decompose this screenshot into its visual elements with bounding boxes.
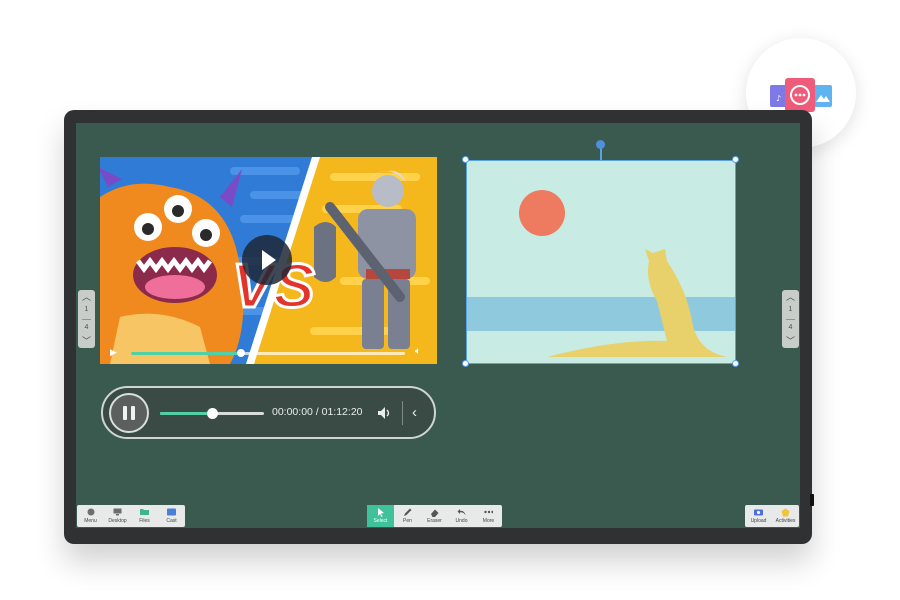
audio-player[interactable]: 00:00:00 / 01:12:20 ‹ — [101, 386, 436, 439]
resize-handle-bl[interactable] — [462, 360, 469, 367]
power-button — [810, 494, 814, 506]
resize-handle-tr[interactable] — [732, 156, 739, 163]
svg-text:♪: ♪ — [776, 94, 781, 103]
tool-label: Select — [373, 518, 388, 524]
tool-label: Undo — [455, 518, 468, 524]
chevron-up-icon[interactable]: ︿ — [82, 293, 91, 302]
tool-upload[interactable]: Upload — [745, 505, 772, 527]
tool-pen[interactable]: Pen — [394, 505, 421, 527]
resize-handle-br[interactable] — [732, 360, 739, 367]
play-icon[interactable] — [241, 234, 293, 286]
current-page: 1 — [84, 305, 89, 313]
page-navigator-right[interactable]: ︿ 1 4 ﹀ — [782, 290, 799, 348]
tool-menu[interactable]: Menu — [77, 505, 104, 527]
more-icon — [484, 508, 493, 516]
tool-desktop[interactable]: Desktop — [104, 505, 131, 527]
cast-icon — [167, 508, 176, 516]
volume-icon[interactable]: 🔈︎ — [415, 346, 421, 357]
cursor-icon — [376, 507, 385, 517]
total-pages: 4 — [84, 324, 89, 332]
camera-icon — [754, 508, 763, 516]
tool-eraser[interactable]: Eraser — [421, 505, 448, 527]
tool-label: Pen — [403, 518, 412, 524]
video-player[interactable]: VS ▶ 🔈︎ — [100, 157, 437, 364]
tool-label: Activities — [775, 518, 796, 524]
tool-files[interactable]: Files — [131, 505, 158, 527]
pause-button[interactable] — [109, 393, 149, 433]
tool-label: Files — [139, 518, 150, 524]
tool-label: Menu — [84, 518, 97, 524]
small-play-icon[interactable]: ▶ — [110, 347, 117, 357]
collapse-chevron-icon[interactable]: ‹ — [412, 404, 417, 422]
tool-label: Desktop — [108, 518, 127, 524]
monitor-icon — [113, 508, 122, 516]
pause-bar — [123, 406, 127, 420]
total-pages: 4 — [788, 324, 793, 332]
pen-icon — [403, 508, 412, 516]
tool-label: Cast — [166, 518, 177, 524]
current-page: 1 — [788, 305, 793, 313]
tool-more[interactable]: More — [475, 505, 502, 527]
audio-progress-knob[interactable] — [206, 408, 218, 419]
menu-icon — [86, 508, 95, 516]
tool-label: Eraser — [427, 518, 442, 524]
audio-time: 00:00:00 / 01:12:20 — [272, 406, 363, 418]
video-progress-bar[interactable] — [131, 349, 405, 357]
speaker-icon[interactable] — [377, 406, 393, 420]
eraser-icon — [430, 508, 439, 517]
beach-cat-illustration — [467, 161, 735, 363]
tool-label: Upload — [750, 518, 767, 524]
video-progress-fill — [131, 352, 241, 355]
rotate-handle[interactable] — [596, 140, 605, 149]
audio-progress-fill — [160, 412, 212, 415]
toolbar-left: Menu Desktop Files Cast — [77, 505, 185, 527]
resize-handle-tl[interactable] — [462, 156, 469, 163]
audio-progress-bar[interactable] — [160, 408, 264, 419]
page-divider — [82, 318, 91, 320]
page-navigator-left[interactable]: ︿ 1 4 ﹀ — [78, 290, 95, 348]
page-divider — [786, 318, 795, 320]
tool-undo[interactable]: Undo — [448, 505, 475, 527]
tool-activities[interactable]: Activities — [772, 505, 799, 527]
pause-bar — [131, 406, 135, 420]
tool-cast[interactable]: Cast — [158, 505, 185, 527]
undo-icon — [457, 508, 466, 516]
control-divider — [402, 401, 403, 425]
chevron-up-icon[interactable]: ︿ — [786, 293, 795, 302]
toolbar-center: Select Pen Eraser Undo More — [367, 505, 502, 527]
tool-label: More — [482, 518, 495, 524]
video-progress-knob[interactable] — [236, 349, 245, 357]
chevron-down-icon[interactable]: ﹀ — [82, 337, 91, 346]
image-element[interactable] — [466, 160, 736, 364]
chevron-down-icon[interactable]: ﹀ — [786, 337, 795, 346]
tool-select[interactable]: Select — [367, 505, 394, 527]
toolbar-right: Upload Activities — [745, 505, 799, 527]
folder-icon — [140, 508, 149, 516]
activities-icon — [781, 508, 790, 516]
